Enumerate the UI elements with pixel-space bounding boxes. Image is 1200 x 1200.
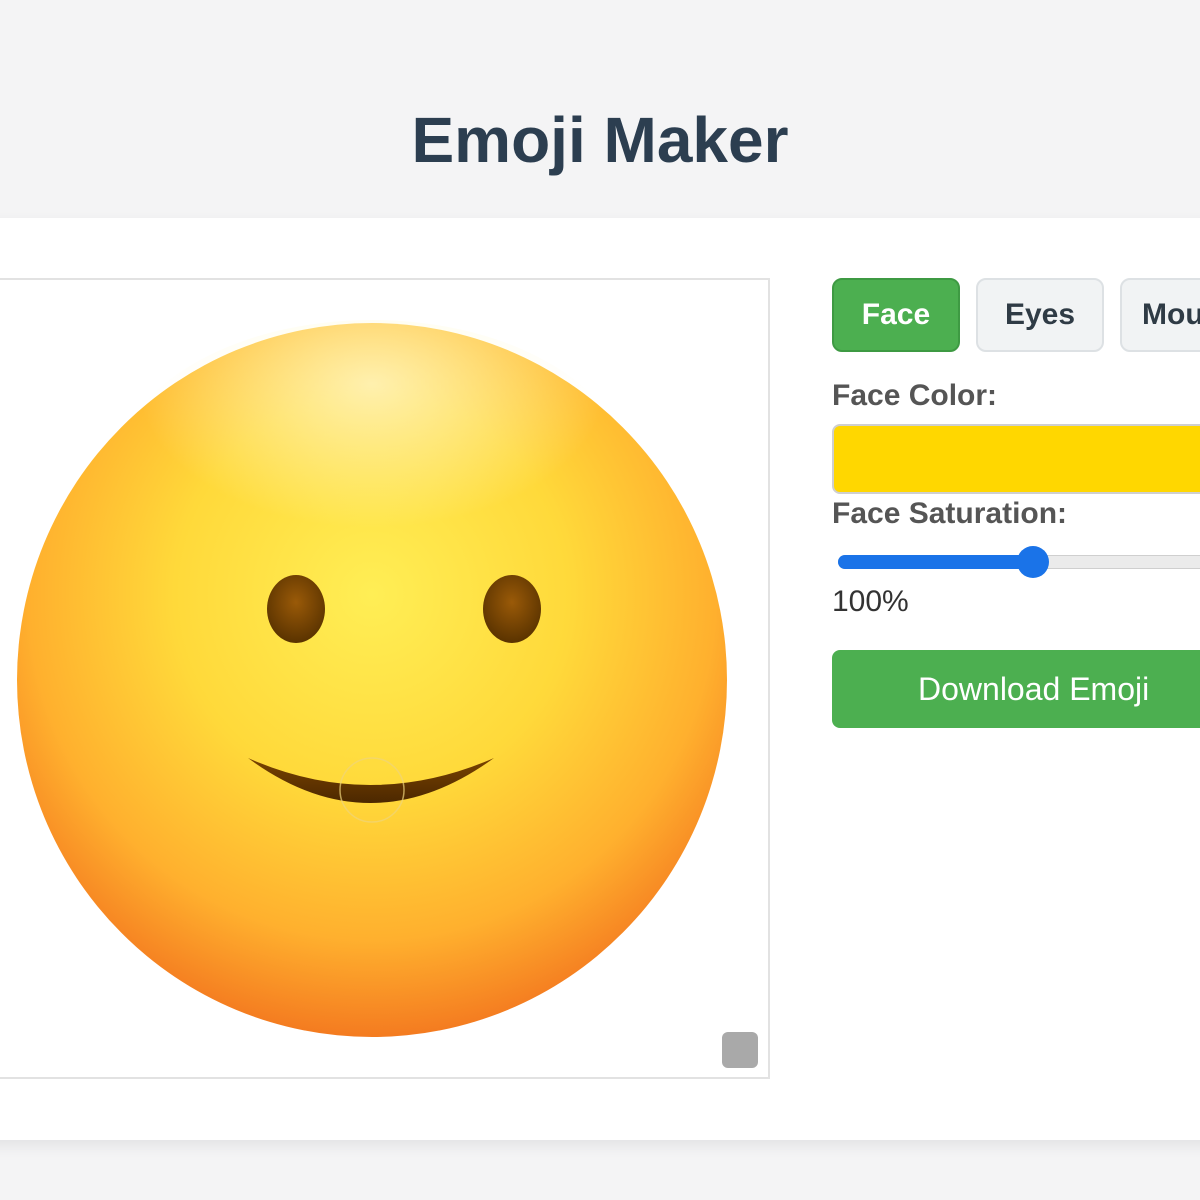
tab-mouth[interactable]: Mou	[1120, 278, 1200, 352]
tab-eyes[interactable]: Eyes	[976, 278, 1104, 352]
saturation-slider-fill	[838, 555, 1034, 569]
saturation-value: 100%	[832, 585, 909, 618]
face-color-picker[interactable]	[832, 424, 1200, 494]
category-tabs: Face Eyes Mou	[832, 278, 1200, 354]
emoji-face-icon	[17, 320, 727, 1037]
tab-face[interactable]: Face	[832, 278, 960, 352]
page-title: Emoji Maker	[411, 104, 789, 176]
saturation-slider-thumb[interactable]	[1017, 546, 1049, 578]
resize-handle-icon[interactable]	[722, 1032, 758, 1068]
emoji-maker-page: Emoji Maker Face Eyes Mou Face Color: Fa…	[0, 0, 1200, 1200]
face	[17, 320, 727, 1037]
download-button[interactable]: Download Emoji	[832, 650, 1200, 728]
page-header: Emoji Maker	[0, 0, 1200, 218]
emoji-canvas[interactable]	[0, 278, 770, 1079]
face-color-label: Face Color:	[832, 379, 998, 412]
face-saturation-label: Face Saturation:	[832, 497, 1068, 530]
